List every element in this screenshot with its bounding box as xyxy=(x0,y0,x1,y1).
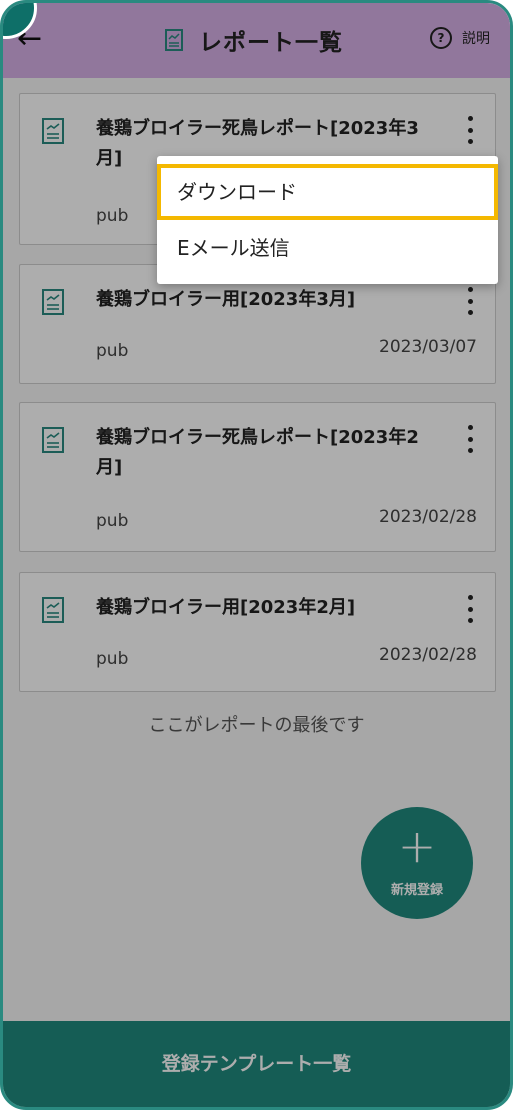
menu-item-download[interactable]: ダウンロード xyxy=(157,164,498,220)
app-frame: ← レポート一覧 ? 説明 養鶏ブロイラー死鳥レポート[2023年3月] pub xyxy=(0,0,513,1110)
menu-item-email-send[interactable]: Eメール送信 xyxy=(157,220,498,276)
context-menu: ダウンロード Eメール送信 xyxy=(157,156,498,284)
